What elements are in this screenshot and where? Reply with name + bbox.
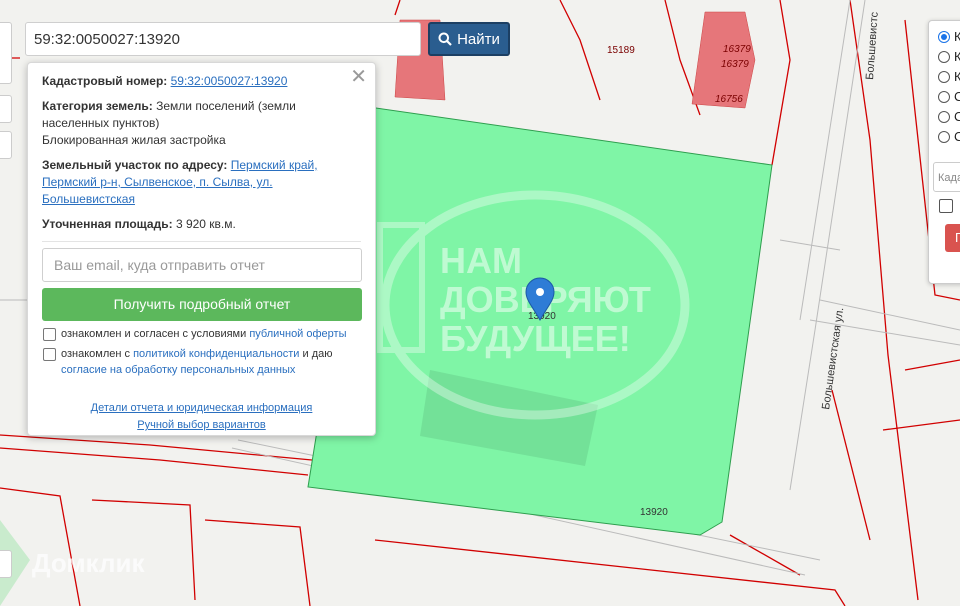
layer-radio-5[interactable]	[938, 111, 950, 123]
panel-search-input[interactable]: Када	[933, 162, 960, 192]
layer-radio-1[interactable]	[938, 31, 950, 43]
parcel-info-popup: ✕ Кадастровый номер: 59:32:0050027:13920…	[27, 62, 376, 436]
search-button-label: Найти	[457, 30, 500, 48]
divider	[42, 241, 361, 242]
parcel-label-16379b: 16379	[721, 59, 749, 70]
panel-checkbox[interactable]	[939, 199, 953, 213]
category-subvalue: Блокированная жилая застройка	[42, 133, 226, 147]
consent-privacy-row: ознакомлен с политикой конфиденциальност…	[42, 346, 361, 378]
layer-radio-label-3: К	[954, 69, 960, 84]
layer-radio-3[interactable]	[938, 71, 950, 83]
personal-data-link[interactable]: согласие на обработку персональных данны…	[61, 364, 295, 376]
area-row: Уточненная площадь: 3 920 кв.м.	[42, 216, 361, 233]
brand-watermark: Домклик	[32, 548, 145, 578]
parcel-label-16756: 16756	[715, 94, 743, 105]
consent-offer-row: ознакомлен и согласен с условиями публич…	[42, 326, 361, 342]
close-icon[interactable]: ✕	[350, 67, 367, 87]
watermark-line-3: БУДУЩЕЕ!	[440, 318, 631, 359]
parcel-label-bottom: 13920	[640, 507, 668, 518]
layer-radio-6[interactable]	[938, 131, 950, 143]
left-tool-1[interactable]	[0, 95, 12, 123]
search-button[interactable]: Найти	[428, 22, 510, 56]
report-details-link[interactable]: Детали отчета и юридическая информация	[91, 402, 313, 414]
watermark-line-1: НАМ	[440, 240, 522, 281]
left-tool-3[interactable]	[0, 550, 12, 578]
parcel-label-15189: 15189	[607, 45, 635, 56]
layer-radio-label-5: С	[954, 109, 960, 124]
left-tool-2[interactable]	[0, 131, 12, 159]
layer-radio-4[interactable]	[938, 91, 950, 103]
cadastral-label: Кадастровый номер:	[42, 74, 168, 88]
consent-privacy-text: ознакомлен с политикой конфиденциальност…	[61, 348, 333, 376]
cadastral-link[interactable]: 59:32:0050027:13920	[171, 74, 288, 88]
cadastral-row: Кадастровый номер: 59:32:0050027:13920	[42, 73, 361, 90]
street-label-top: Большевистс	[864, 11, 881, 80]
popup-links: Детали отчета и юридическая информация Р…	[42, 400, 361, 434]
area-value: 3 920 кв.м.	[175, 217, 236, 231]
search-icon	[438, 32, 452, 46]
get-report-button[interactable]: Получить подробный отчет	[42, 288, 362, 321]
consent-offer-checkbox[interactable]	[43, 328, 56, 341]
address-label: Земельный участок по адресу:	[42, 158, 228, 172]
email-placeholder: Ваш email, куда отправить отчет	[54, 256, 265, 273]
parcel-label-16379a: 16379	[723, 44, 751, 55]
layer-radio-label-2: К	[954, 49, 960, 64]
manual-selection-link[interactable]: Ручной выбор вариантов	[137, 419, 265, 431]
panel-button[interactable]: П	[945, 224, 960, 252]
layer-radio-label-6: С	[954, 129, 960, 144]
search-input[interactable]	[25, 22, 421, 56]
layer-panel: К К К С С С Када П	[928, 20, 960, 284]
email-field[interactable]: Ваш email, куда отправить отчет	[42, 248, 362, 282]
layer-radio-label-4: С	[954, 89, 960, 104]
consent-privacy-checkbox[interactable]	[43, 348, 56, 361]
area-label: Уточненная площадь:	[42, 217, 173, 231]
zoom-control[interactable]	[0, 22, 12, 84]
offer-link[interactable]: публичной оферты	[249, 328, 346, 340]
category-row: Категория земель: Земли поселений (земли…	[42, 98, 361, 149]
get-report-label: Получить подробный отчет	[113, 296, 291, 312]
layer-radio-label-1: К	[954, 29, 960, 44]
privacy-link[interactable]: политикой конфиденциальности	[133, 348, 299, 360]
category-label: Категория земель:	[42, 99, 153, 113]
address-row: Земельный участок по адресу: Пермский кр…	[42, 157, 361, 208]
consent-offer-text: ознакомлен и согласен с условиями публич…	[61, 328, 347, 340]
layer-radio-2[interactable]	[938, 51, 950, 63]
